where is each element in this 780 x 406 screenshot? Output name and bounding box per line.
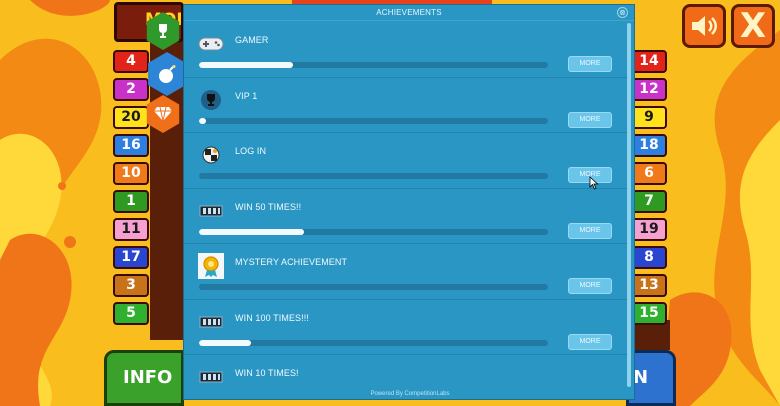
- achievements-modal: ACHIEVEMENTS ⊗ GAMER MORE VIP 1 MORE LOG IN M…: [183, 4, 635, 400]
- right-number-tile: 8: [631, 246, 667, 269]
- more-button[interactable]: MORE: [568, 56, 612, 72]
- cash-icon: [198, 200, 224, 222]
- modal-scrollbar[interactable]: [627, 23, 631, 387]
- right-number-tile: 13: [631, 274, 667, 297]
- achievement-name: WIN 50 TIMES!!: [235, 201, 302, 212]
- trophy-icon: [198, 89, 224, 111]
- left-number-tile: 1: [113, 190, 149, 213]
- left-number-tile: 4: [113, 50, 149, 73]
- achievement-row: GAMER MORE: [184, 22, 629, 78]
- right-number-tile: 14: [631, 50, 667, 73]
- achievement-row: LOG IN MORE: [184, 133, 629, 189]
- left-number-column: 4 2 20 16 10 1 11 17 3 5: [113, 50, 149, 330]
- cash-icon: [198, 366, 224, 388]
- right-number-tile: 6: [631, 162, 667, 185]
- login-icon: [198, 144, 224, 166]
- right-number-tile: 9: [631, 106, 667, 129]
- achievement-progress-bar: [199, 339, 548, 346]
- mystery-badge-icon: [198, 253, 224, 279]
- achievement-row: MYSTERY ACHIEVEMENT MORE: [184, 244, 629, 300]
- speaker-icon: [692, 16, 717, 36]
- achievement-row: WIN 100 TIMES!!! MORE: [184, 300, 629, 355]
- achievement-row: WIN 10 TIMES!MORE: [184, 355, 629, 392]
- left-number-tile: 10: [113, 162, 149, 185]
- achievement-progress-fill: [199, 228, 304, 235]
- achievement-progress-fill: [199, 62, 294, 68]
- achievement-name: GAMER: [235, 35, 269, 45]
- exit-button[interactable]: X: [731, 4, 775, 48]
- achievement-progress-bar: [199, 117, 548, 124]
- achievement-name: LOG IN: [235, 146, 267, 156]
- cash-icon: [198, 311, 224, 333]
- left-number-tile: 11: [113, 218, 149, 241]
- mouse-cursor-icon: [589, 176, 599, 190]
- more-button[interactable]: MORE: [568, 222, 612, 239]
- achievement-progress-bar: [199, 284, 548, 290]
- achievement-name: VIP 1: [235, 90, 258, 101]
- more-button[interactable]: MORE: [568, 111, 612, 128]
- right-number-tile: 15: [631, 302, 667, 325]
- achievement-progress-bar: [199, 228, 548, 235]
- bomb-icon: [159, 65, 176, 83]
- left-number-tile: 17: [113, 246, 149, 269]
- achievement-row: WIN 50 TIMES!! MORE: [184, 189, 629, 244]
- achievement-progress-fill: [199, 117, 206, 124]
- sound-button[interactable]: [682, 4, 726, 48]
- gamepad-icon: [198, 33, 224, 55]
- left-number-tile: 5: [113, 302, 149, 325]
- more-button[interactable]: MORE: [568, 333, 612, 350]
- achievement-name: MYSTERY ACHIEVEMENT: [235, 257, 348, 267]
- modal-close-icon[interactable]: ⊗: [617, 7, 628, 18]
- left-number-tile: 2: [113, 78, 149, 101]
- left-number-tile: 3: [113, 274, 149, 297]
- achievement-name: WIN 10 TIMES!: [235, 368, 299, 378]
- achievement-progress-fill: [199, 339, 252, 346]
- achievement-name: WIN 100 TIMES!!!: [235, 312, 309, 323]
- achievement-progress-bar: [199, 62, 548, 68]
- close-icon: X: [739, 6, 767, 46]
- left-number-tile: 20: [113, 106, 149, 129]
- powered-by-footer: Powered By CompetitionLabs: [184, 389, 634, 399]
- right-number-tile: 12: [631, 78, 667, 101]
- right-number-tile: 7: [631, 190, 667, 213]
- modal-title: ACHIEVEMENTS: [184, 5, 634, 21]
- achievement-row: VIP 1 MORE: [184, 78, 629, 133]
- achievement-progress-bar: [199, 173, 548, 179]
- right-number-column: 14 12 9 18 6 7 19 8 13 15: [631, 50, 667, 330]
- diamond-icon: [154, 106, 172, 122]
- left-number-tile: 16: [113, 134, 149, 157]
- trophy-icon: [159, 24, 167, 38]
- more-button[interactable]: MORE: [568, 278, 612, 294]
- right-number-tile: 19: [631, 218, 667, 241]
- achievements-list[interactable]: GAMER MORE VIP 1 MORE LOG IN MORE WIN 50 TIMES…: [184, 22, 629, 392]
- info-button[interactable]: INFO: [104, 350, 184, 406]
- right-number-tile: 18: [631, 134, 667, 157]
